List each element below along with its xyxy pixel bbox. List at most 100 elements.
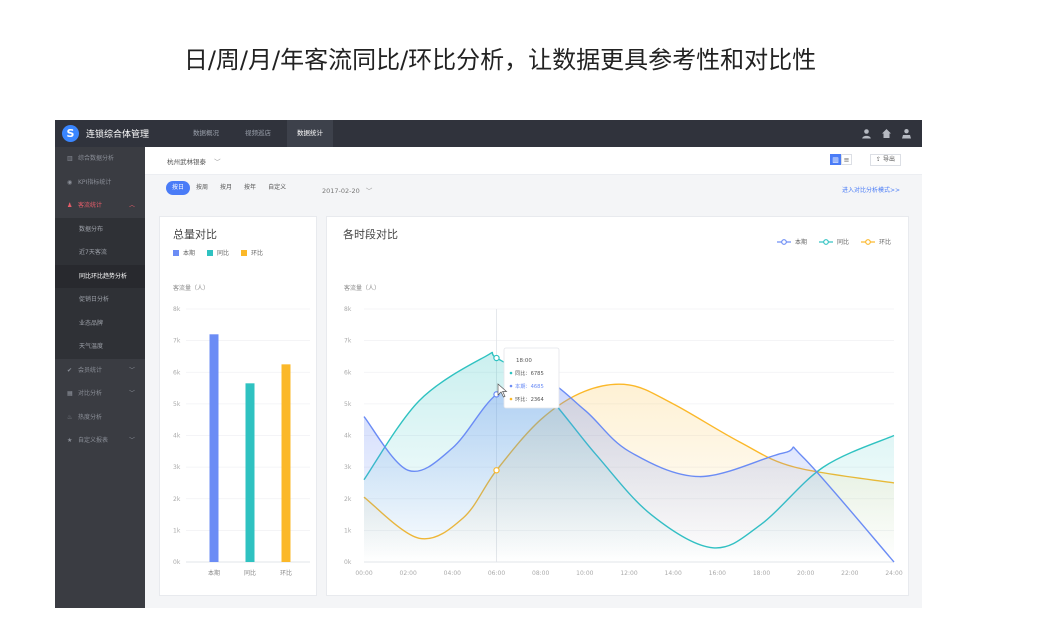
sidebar-item-label: KPI指标统计 <box>78 178 112 186</box>
top-bar: S 连锁综合体管理 数据概况 视频巡店 数据统计 <box>55 120 922 147</box>
series-marker-1 <box>493 354 500 362</box>
download-icon[interactable] <box>901 128 912 139</box>
sidebar-subitem-distribution[interactable]: 数据分布 <box>55 217 145 241</box>
y-tick-label: 0k <box>173 559 181 566</box>
sidebar-item-kpi[interactable]: ◉ KPI指标统计 <box>55 171 145 195</box>
chart-view-button[interactable]: ▥ <box>830 154 841 165</box>
view-toggle: ▥ ≡ <box>830 154 852 165</box>
tab-by-year[interactable]: 按年 <box>238 181 262 195</box>
store-select-value: 杭州武林银泰 <box>167 158 206 166</box>
logo-icon: S <box>62 125 79 142</box>
total-compare-card: 总量对比 本期 同比 环比 客流量（人） 0k 1k 2k 3k 4k 5k 6k 7k 8k 本… <box>159 216 317 596</box>
sidebar-item-label: 对比分析 <box>78 390 103 397</box>
filter-bar: 杭州武林银泰 ﹀ ▥ ≡ ⇪ 导出 <box>145 147 922 175</box>
x-tick-label: 22:00 <box>841 570 858 577</box>
sidebar-item-label: 热度分析 <box>78 413 103 421</box>
tooltip-row: 环比：2364 <box>515 395 544 403</box>
period-tabs: 按日 按周 按月 按年 自定义 <box>166 181 292 195</box>
bar-0 <box>209 334 219 562</box>
chevron-down-icon: ﹀ <box>365 187 373 195</box>
home-icon[interactable] <box>881 128 892 139</box>
fire-icon: ♨ <box>67 413 73 421</box>
tooltip-dot <box>509 371 513 375</box>
bar-2 <box>281 364 291 562</box>
date-value: 2017-02-20 <box>322 187 360 195</box>
x-tick-label: 环比 <box>280 569 292 577</box>
bar-chart-icon: ▥ <box>67 155 73 162</box>
date-picker[interactable]: 2017-02-20 ﹀ <box>322 185 372 195</box>
app-title: 连锁综合体管理 <box>86 130 150 140</box>
sidebar-item-label: 自定义报表 <box>78 437 109 444</box>
sidebar-item-overall-analysis[interactable]: ▥ 综合数据分析 <box>55 147 145 171</box>
list-view-button[interactable]: ≡ <box>841 154 852 165</box>
y-tick-label: 5k <box>173 401 181 408</box>
calendar-icon: ▦ <box>67 390 73 397</box>
sidebar-subitem-7day[interactable]: 近7天客流 <box>55 241 145 265</box>
x-tick-label: 08:00 <box>532 570 549 577</box>
sidebar-item-member[interactable]: ✔ 会员统计 ﹀ <box>55 359 145 383</box>
top-icons <box>861 128 912 139</box>
check-icon: ✔ <box>67 366 73 374</box>
top-nav: 数据概况 视频巡店 数据统计 <box>183 120 339 147</box>
x-tick-label: 02:00 <box>400 570 417 577</box>
x-tick-label: 16:00 <box>709 570 726 577</box>
sidebar-subitem-promo[interactable]: 促销日分析 <box>55 288 145 312</box>
store-select[interactable]: 杭州武林银泰 ﹀ <box>167 156 221 166</box>
topnav-data-statistics[interactable]: 数据统计 <box>287 120 333 147</box>
sidebar-item-compare[interactable]: ▦ 对比分析 ﹀ <box>55 382 145 406</box>
tooltip-row: 同比：6785 <box>515 369 544 377</box>
tab-by-day[interactable]: 按日 <box>166 181 191 195</box>
y-tick-label: 2k <box>344 496 352 503</box>
y-tick-label: 1k <box>344 527 352 534</box>
chevron-down-icon: ﹀ <box>214 158 221 166</box>
y-tick-label: 6k <box>344 369 352 376</box>
sidebar-item-custom-report[interactable]: ★ 自定义报表 ﹀ <box>55 429 145 453</box>
tooltip-time: 18:00 <box>516 358 532 364</box>
sidebar-item-heat[interactable]: ♨ 热度分析 <box>55 406 145 430</box>
topnav-video-patrol[interactable]: 视频巡店 <box>235 120 281 147</box>
line-chart: 0k 1k 2k 3k 4k 5k 6k 7k 8k 00:00 02:00 04:00 06:00 08… <box>344 306 903 577</box>
y-tick-label: 5k <box>344 401 352 408</box>
y-tick-label: 3k <box>173 464 181 471</box>
chevron-down-icon: ﹀ <box>128 366 135 374</box>
sidebar-subitem-brand[interactable]: 业态品牌 <box>55 311 145 335</box>
y-tick-label: 2k <box>173 496 181 503</box>
compare-mode-link[interactable]: 进入对比分析模式>> <box>842 185 900 194</box>
y-tick-label: 8k <box>344 306 352 313</box>
sidebar-item-traffic-stats[interactable]: ♟ 客流统计 ︿ <box>55 194 145 218</box>
user-icon[interactable] <box>861 128 872 139</box>
x-tick-label: 18:00 <box>753 570 770 577</box>
hourly-compare-card: 各时段对比 本期 同比 环比 客流量（人） 0k 1k 2k 3k 4k 5k 6k 7k 8k… <box>326 216 909 596</box>
y-tick-label: 8k <box>173 306 181 313</box>
tooltip-row: 本期：4685 <box>515 382 544 390</box>
sidebar-subitem-weather[interactable]: 天气温度 <box>55 335 145 359</box>
app-window: S 连锁综合体管理 数据概况 视频巡店 数据统计 ▥ 综合数据分析 ◉ KPI指标统… <box>55 120 922 608</box>
y-tick-label: 4k <box>173 433 181 440</box>
x-tick-label: 24:00 <box>885 570 902 577</box>
tooltip-dot <box>509 397 513 401</box>
page-headline: 日/周/月/年客流同比/环比分析，让数据更具参考性和对比性 <box>183 46 817 74</box>
x-tick-label: 06:00 <box>488 570 505 577</box>
sidebar-subitem-yoy-mom[interactable]: 同比环比趋势分析 <box>55 264 145 288</box>
tab-custom[interactable]: 自定义 <box>262 181 292 195</box>
sidebar-item-label: 客流统计 <box>78 202 103 209</box>
gauge-icon: ◉ <box>67 178 73 186</box>
y-tick-label: 0k <box>344 559 352 566</box>
topnav-data-overview[interactable]: 数据概况 <box>183 120 229 147</box>
y-tick-label: 7k <box>344 338 352 345</box>
x-tick-label: 10:00 <box>576 570 593 577</box>
tab-by-month[interactable]: 按月 <box>214 181 238 195</box>
x-tick-label: 同比 <box>244 569 256 577</box>
bar-chart: 0k 1k 2k 3k 4k 5k 6k 7k 8k 本期 同比 环比 <box>173 306 310 577</box>
export-button[interactable]: ⇪ 导出 <box>870 154 901 166</box>
series-marker-2 <box>493 467 500 474</box>
users-icon: ♟ <box>67 202 73 209</box>
bar-1 <box>245 383 255 562</box>
chevron-down-icon: ﹀ <box>128 390 135 397</box>
sidebar-item-label: 会员统计 <box>78 366 103 374</box>
tooltip-dot <box>509 384 513 388</box>
x-tick-label: 04:00 <box>444 570 461 577</box>
tab-by-week[interactable]: 按周 <box>190 181 214 195</box>
sidebar-item-label: 综合数据分析 <box>78 155 115 162</box>
y-tick-label: 1k <box>173 527 181 534</box>
